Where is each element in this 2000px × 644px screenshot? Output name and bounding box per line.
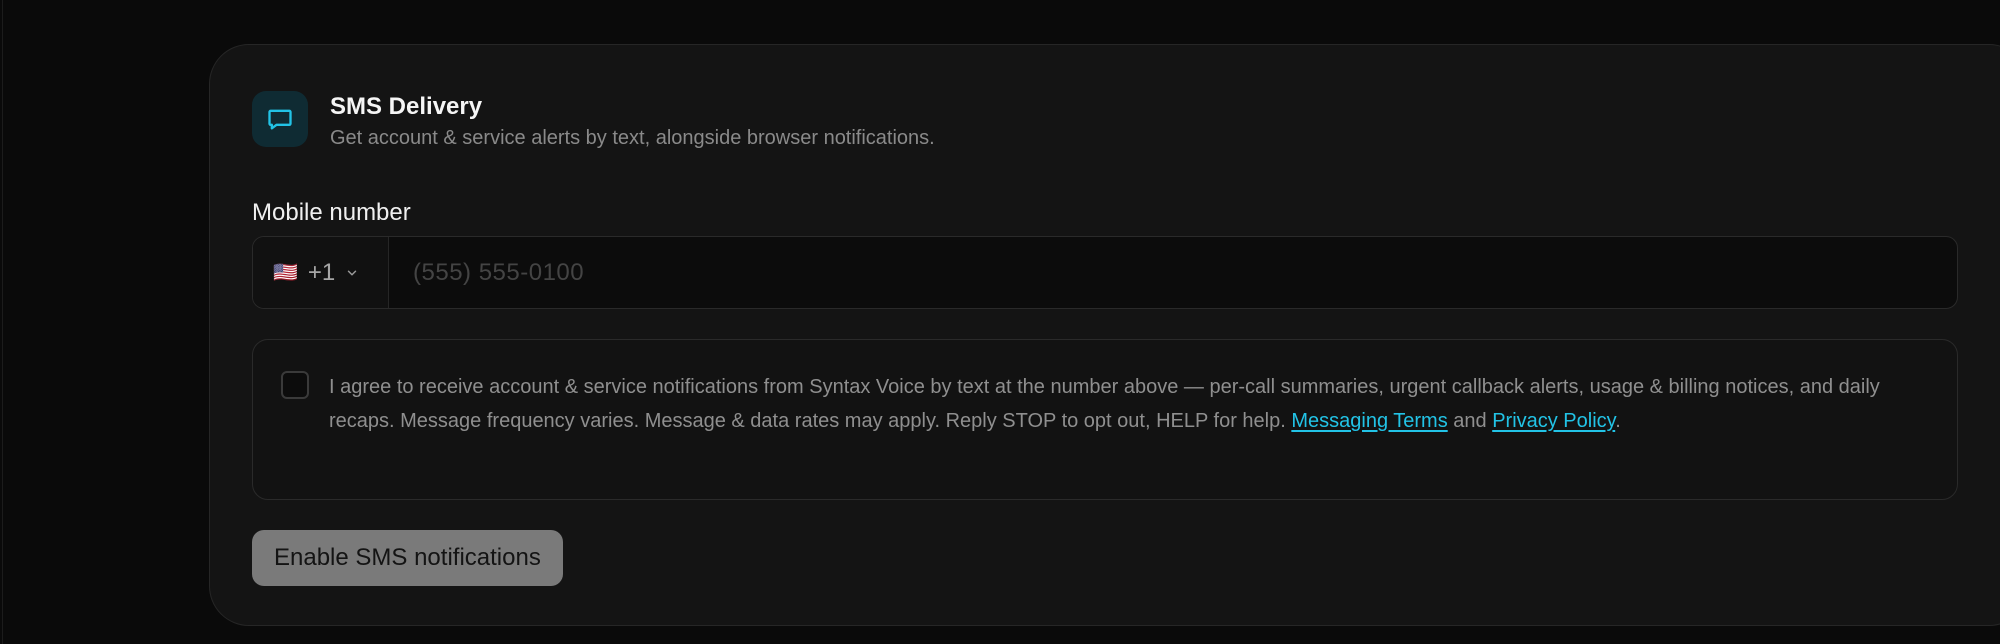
phone-input-group: 🇺🇸 +1: [252, 236, 1958, 309]
consent-text: I agree to receive account & service not…: [329, 370, 1929, 499]
section-title: SMS Delivery: [330, 93, 483, 120]
section-header-text: SMS Delivery Get account & service alert…: [330, 91, 935, 152]
sms-consent-box: I agree to receive account & service not…: [252, 339, 1958, 500]
mobile-number-label: Mobile number: [252, 199, 411, 226]
chevron-down-icon: [345, 266, 359, 280]
sms-delivery-card: SMS Delivery Get account & service alert…: [209, 44, 2000, 626]
messaging-terms-link[interactable]: Messaging Terms: [1291, 410, 1447, 432]
consent-and: and: [1447, 410, 1493, 432]
country-code-select[interactable]: 🇺🇸 +1: [253, 237, 389, 308]
section-subtitle: Get account & service alerts by text, al…: [330, 127, 935, 149]
consent-body: I agree to receive account & service not…: [329, 376, 1880, 432]
message-square-icon: [252, 91, 308, 147]
consent-checkbox[interactable]: [281, 371, 309, 399]
privacy-policy-link[interactable]: Privacy Policy: [1492, 410, 1615, 432]
left-divider: [2, 0, 3, 644]
enable-sms-button[interactable]: Enable SMS notifications: [252, 530, 563, 586]
card-content: SMS Delivery Get account & service alert…: [252, 91, 1958, 586]
section-header: SMS Delivery Get account & service alert…: [252, 91, 1958, 152]
dial-code: +1: [307, 258, 336, 286]
consent-period: .: [1615, 410, 1621, 432]
mobile-number-input[interactable]: [389, 237, 1957, 308]
us-flag-icon: 🇺🇸: [273, 261, 298, 284]
